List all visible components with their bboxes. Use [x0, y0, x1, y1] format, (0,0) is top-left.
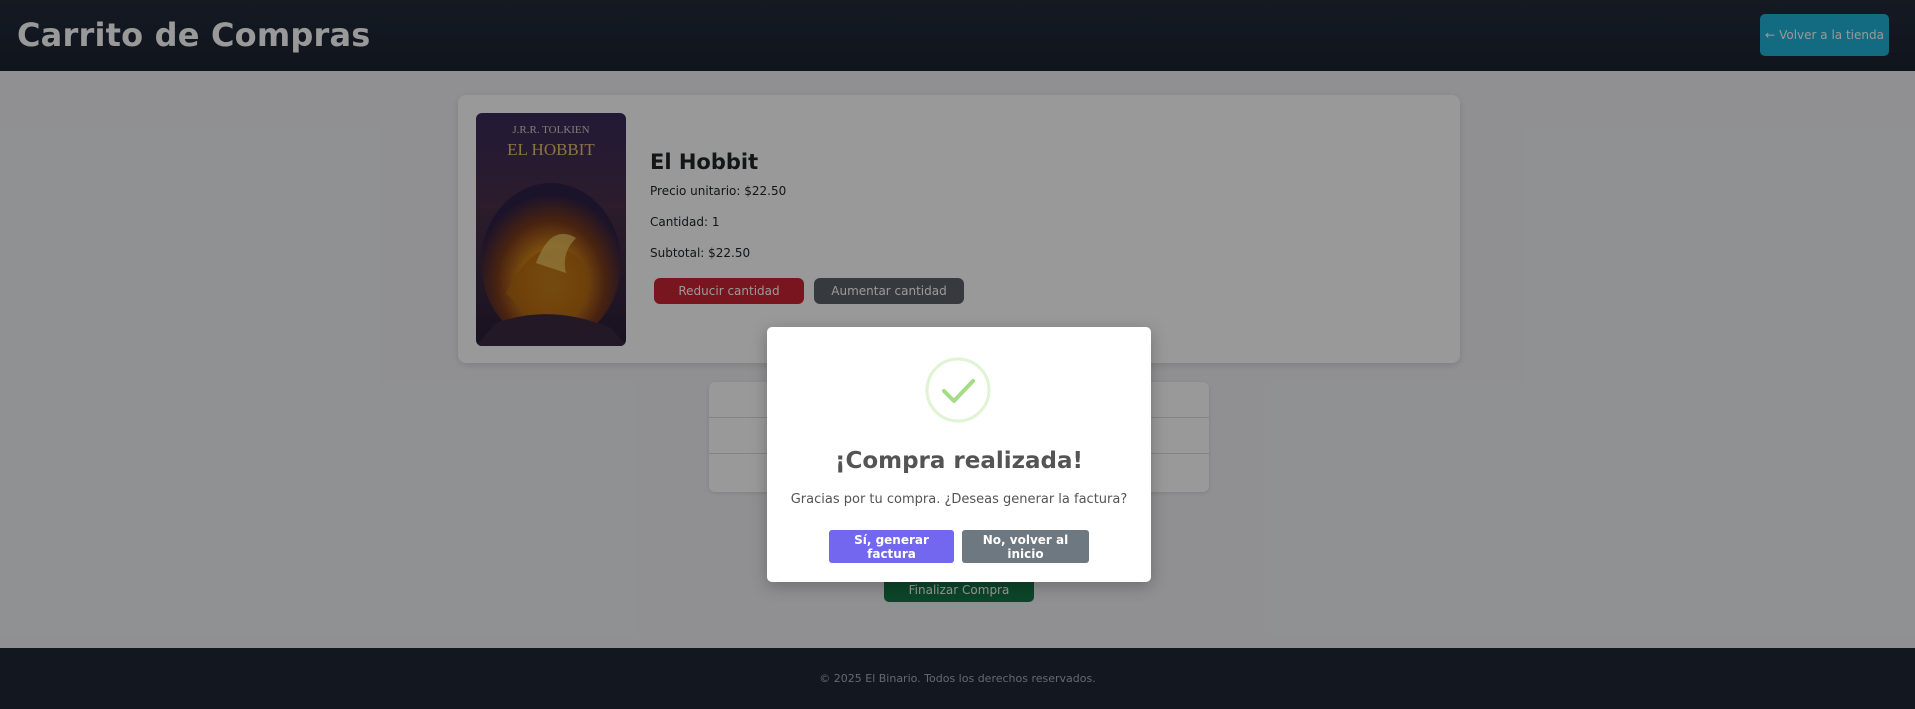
return-home-button[interactable]: No, volver al inicio — [962, 530, 1089, 563]
dialog-message: Gracias por tu compra. ¿Deseas generar l… — [790, 492, 1128, 507]
dialog-actions: Sí, generar factura No, volver al inicio — [767, 530, 1151, 563]
generate-invoice-button[interactable]: Sí, generar factura — [829, 530, 954, 563]
dialog-title: ¡Compra realizada! — [834, 448, 1084, 474]
success-check-icon — [925, 357, 991, 423]
purchase-success-dialog: ¡Compra realizada! Gracias por tu compra… — [767, 327, 1151, 582]
